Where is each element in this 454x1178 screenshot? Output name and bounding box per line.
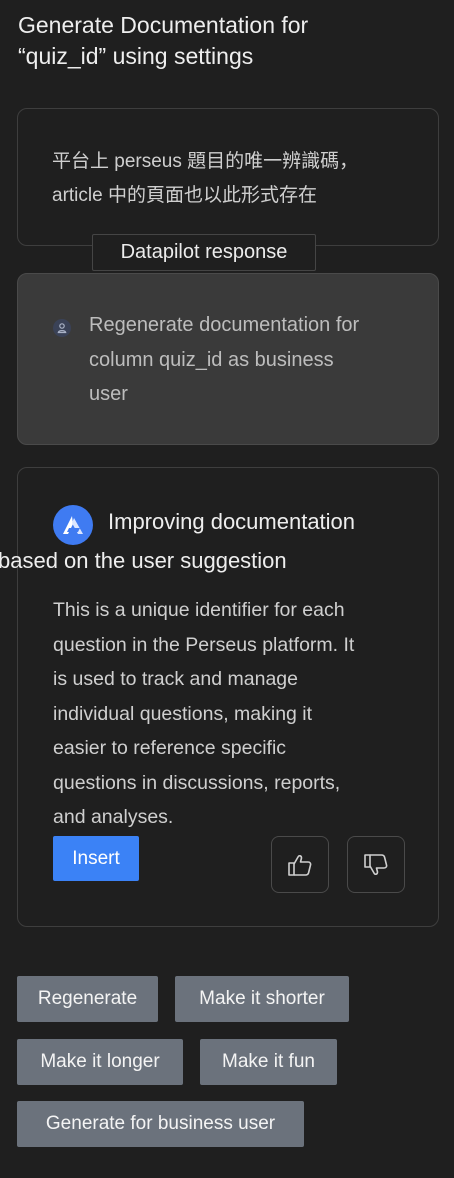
business-user-button[interactable]: Generate for business user: [17, 1101, 304, 1147]
regenerate-button[interactable]: Regenerate: [17, 976, 158, 1022]
description-line-2: article 中的頁面也以此形式存在: [52, 185, 317, 206]
request-line-2: column quiz_id as business: [89, 348, 334, 371]
current-description-card: 平台上 perseus 題目的唯一辨識碼， article 中的頁面也以此形式存…: [17, 108, 439, 246]
datapilot-response-tooltip: Datapilot response: [92, 234, 316, 271]
datapilot-response-card: Improving documentation based on the use…: [0, 467, 439, 927]
user-request-card: Regenerate documentation for column quiz…: [17, 273, 439, 445]
response-line: question in the Perseus platform. It: [53, 633, 355, 656]
user-request-text: Regenerate documentation for column quiz…: [89, 308, 419, 412]
description-line-1: 平台上 perseus 題目的唯一辨識碼，: [52, 151, 359, 172]
request-line-1: Regenerate documentation for: [89, 314, 360, 336]
response-line: This is a unique identifier for each: [53, 599, 345, 621]
thumbs-down-button[interactable]: [347, 836, 405, 893]
make-longer-button[interactable]: Make it longer: [17, 1039, 183, 1085]
page-title: Generate Documentation for “quiz_id” usi…: [18, 10, 438, 72]
make-fun-button[interactable]: Make it fun: [200, 1039, 337, 1085]
response-body: This is a unique identifier for each que…: [53, 593, 423, 835]
response-heading-line-2: based on the user suggestion: [0, 548, 287, 573]
thumbs-up-icon: [288, 854, 312, 876]
thumbs-up-button[interactable]: [271, 836, 329, 893]
title-line-1: Generate Documentation for: [18, 12, 309, 38]
insert-button[interactable]: Insert: [53, 836, 139, 881]
response-line: easier to reference specific: [53, 737, 287, 759]
make-shorter-button[interactable]: Make it shorter: [175, 976, 349, 1022]
response-heading-line-1: Improving documentation: [108, 509, 356, 534]
response-heading: Improving documentation based on the use…: [0, 502, 413, 580]
title-line-2: “quiz_id” using settings: [18, 43, 254, 69]
response-line: is used to track and manage: [53, 668, 298, 690]
request-line-3: user: [89, 383, 128, 405]
current-description-text: 平台上 perseus 題目的唯一辨識碼， article 中的頁面也以此形式存…: [52, 145, 422, 213]
documentation-panel: Generate Documentation for “quiz_id” usi…: [0, 0, 454, 1178]
thumbs-down-icon: [364, 853, 388, 875]
response-line: individual questions, making it: [53, 702, 313, 725]
user-icon: [53, 319, 71, 337]
response-line: and analyses.: [53, 806, 174, 828]
response-line: questions in discussions, reports,: [53, 771, 341, 794]
